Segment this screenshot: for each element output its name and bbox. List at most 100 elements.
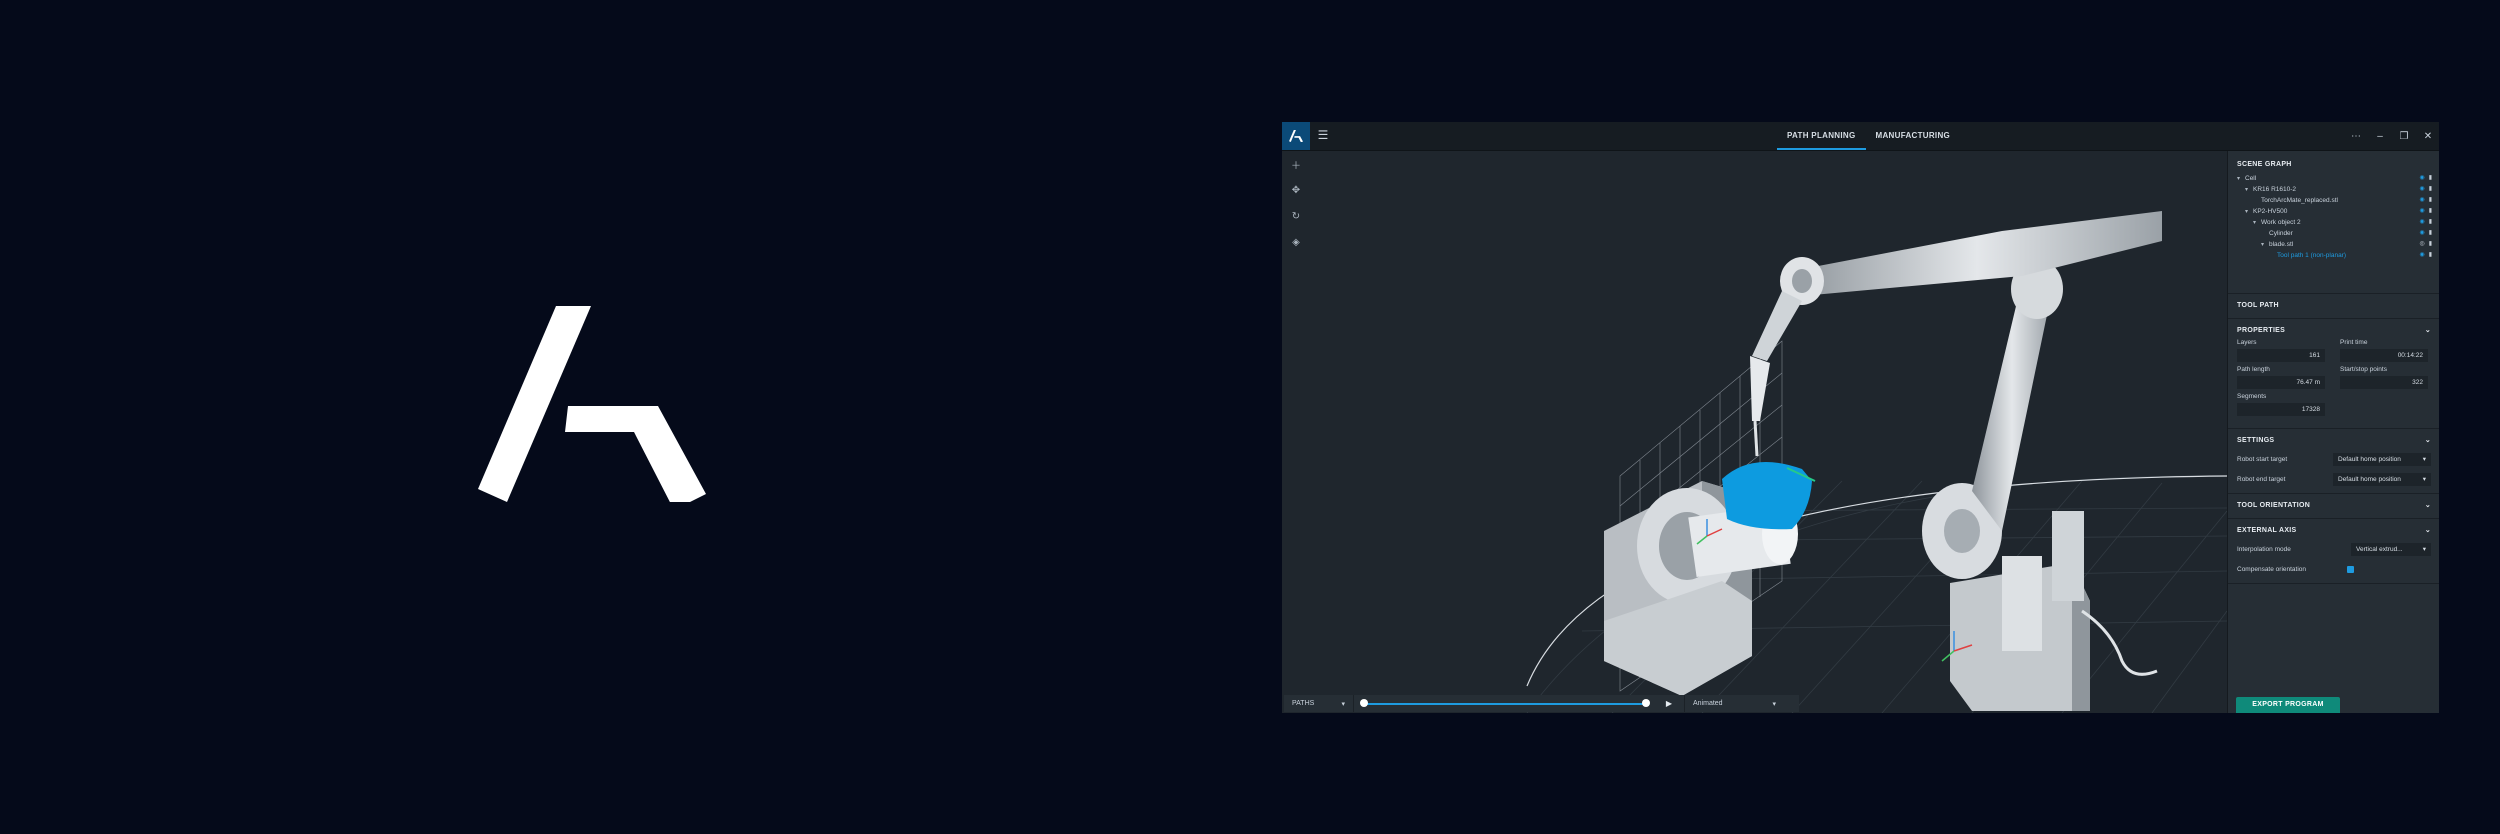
compensate-checkbox[interactable] xyxy=(2347,565,2354,573)
divider xyxy=(2228,293,2439,294)
settings-title: SETTINGS xyxy=(2237,437,2275,444)
robot-start-value: Default home position xyxy=(2338,455,2401,463)
delete-icon[interactable]: ▮ xyxy=(2429,217,2432,228)
brand-logo-icon xyxy=(478,306,706,502)
tool-orientation-title: TOOL ORIENTATION xyxy=(2237,502,2311,509)
properties-header[interactable]: PROPERTIES ⌄ xyxy=(2228,323,2439,339)
compensate-label: Compensate orientation xyxy=(2237,565,2307,573)
window-controls: ⋯ – ❐ ✕ xyxy=(2351,122,2433,150)
properties-title: PROPERTIES xyxy=(2237,327,2286,334)
slider-track xyxy=(1364,703,1646,705)
robot-end-row: Robot end target Default home position ▾ xyxy=(2228,469,2439,489)
delete-icon[interactable]: ▮ xyxy=(2429,195,2432,206)
interpolation-value: Vertical extrud... xyxy=(2356,545,2403,553)
delete-icon[interactable]: ▮ xyxy=(2429,239,2432,250)
settings-header[interactable]: SETTINGS ⌄ xyxy=(2228,433,2439,449)
close-icon[interactable]: ✕ xyxy=(2423,131,2433,142)
tab-path-planning[interactable]: PATH PLANNING xyxy=(1777,122,1866,150)
interpolation-select[interactable]: Vertical extrud... ▾ xyxy=(2351,542,2431,556)
blade-tool-path xyxy=(1722,461,1812,530)
tool-path-title: TOOL PATH xyxy=(2237,302,2279,309)
visibility-icon[interactable]: ◉ xyxy=(2419,206,2424,217)
tree-item-blade[interactable]: ▾ blade.stl ◎ ▮ xyxy=(2237,239,2439,250)
path-length-label: Path length xyxy=(2237,366,2270,373)
3d-viewport[interactable] xyxy=(1282,151,2227,713)
chevron-down-icon[interactable]: ⌄ xyxy=(2425,498,2431,514)
play-icon[interactable]: ▶ xyxy=(1654,699,1684,708)
mode-tabs: PATH PLANNING MANUFACTURING xyxy=(1777,122,1960,150)
path-range-slider[interactable] xyxy=(1354,695,1654,712)
delete-icon[interactable]: ▮ xyxy=(2429,228,2432,239)
slider-start-handle[interactable] xyxy=(1360,699,1368,707)
divider xyxy=(2228,493,2439,494)
minimize-icon[interactable]: – xyxy=(2375,131,2385,142)
start-stop-label: Start/stop points xyxy=(2340,366,2387,373)
visibility-icon[interactable]: ◉ xyxy=(2419,250,2424,261)
tree-item-robot[interactable]: ▾ KR16 R1610-2 ◉ ▮ xyxy=(2237,184,2439,195)
divider xyxy=(2228,583,2439,584)
tree-item-cylinder[interactable]: Cylinder ◉ ▮ xyxy=(2237,228,2439,239)
delete-icon[interactable]: ▮ xyxy=(2429,184,2432,195)
playback-mode-dropdown[interactable]: Animated ▾ xyxy=(1684,695,1784,712)
segments-label: Segments xyxy=(2237,393,2267,400)
robot-start-select[interactable]: Default home position ▾ xyxy=(2333,452,2431,466)
robot-end-select[interactable]: Default home position ▾ xyxy=(2333,472,2431,486)
divider xyxy=(2228,318,2439,319)
tree-item-cell[interactable]: ▾ Cell ◉ ▮ xyxy=(2237,173,2439,184)
chevron-down-icon: ▾ xyxy=(2422,475,2426,483)
right-panel: SCENE GRAPH ▾ Cell ◉ ▮ ▾ KR16 R1610-2 ◉ ▮ To… xyxy=(2227,151,2439,713)
paths-dropdown[interactable]: PATHS ▾ xyxy=(1284,695,1354,712)
path-length-value: 76.47 m xyxy=(2237,376,2325,389)
restore-icon[interactable]: ❐ xyxy=(2399,131,2409,142)
scene-graph-title: SCENE GRAPH xyxy=(2237,161,2292,168)
layers-icon[interactable]: ◈ xyxy=(1282,229,1310,255)
robot-start-row: Robot start target Default home position… xyxy=(2228,449,2439,469)
layers-label: Layers xyxy=(2237,339,2257,346)
layers-value: 161 xyxy=(2237,349,2325,362)
chevron-down-icon: ▾ xyxy=(2422,455,2426,463)
paths-label: PATHS xyxy=(1292,700,1315,707)
visibility-off-icon[interactable]: ◎ xyxy=(2419,239,2424,250)
visibility-icon[interactable]: ◉ xyxy=(2419,184,2424,195)
start-stop-value: 322 xyxy=(2340,376,2428,389)
prop-print-time: Print time 00:14:22 xyxy=(2340,339,2431,362)
external-axis-header[interactable]: EXTERNAL AXIS ⌄ xyxy=(2228,523,2439,539)
delete-icon[interactable]: ▮ xyxy=(2429,250,2432,261)
visibility-icon[interactable]: ◉ xyxy=(2419,228,2424,239)
interpolation-label: Interpolation mode xyxy=(2237,545,2291,553)
app-window: ☰ PATH PLANNING MANUFACTURING ⋯ – ❐ ✕ ＋ … xyxy=(1282,122,2439,713)
playback-mode-label: Animated xyxy=(1693,700,1723,707)
prop-segments: Segments 17328 xyxy=(2237,393,2328,416)
print-time-value: 00:14:22 xyxy=(2340,349,2428,362)
more-icon[interactable]: ⋯ xyxy=(2351,131,2361,142)
tree-item-torch[interactable]: TorchArcMate_replaced.stl ◉ ▮ xyxy=(2237,195,2439,206)
chevron-down-icon[interactable]: ⌄ xyxy=(2425,323,2431,339)
app-logo-icon[interactable] xyxy=(1282,122,1310,150)
divider xyxy=(2228,518,2439,519)
segments-value: 17328 xyxy=(2237,403,2325,416)
export-program-button[interactable]: EXPORT PROGRAM xyxy=(2236,697,2340,713)
prop-start-stop: Start/stop points 322 xyxy=(2340,366,2431,389)
slider-end-handle[interactable] xyxy=(1642,699,1650,707)
properties-grid: Layers 161 Print time 00:14:22 Path leng… xyxy=(2228,339,2439,416)
add-icon[interactable]: ＋ xyxy=(1282,151,1310,177)
tree-item-tool-path[interactable]: Tool path 1 (non-planar) ◉ ▮ xyxy=(2237,250,2439,261)
tab-manufacturing[interactable]: MANUFACTURING xyxy=(1866,122,1961,150)
hamburger-icon[interactable]: ☰ xyxy=(1316,128,1330,142)
chevron-down-icon[interactable]: ⌄ xyxy=(2425,523,2431,539)
tree-item-positioner[interactable]: ▾ KP2-HV500 ◉ ▮ xyxy=(2237,206,2439,217)
delete-icon[interactable]: ▮ xyxy=(2429,206,2432,217)
visibility-icon[interactable]: ◉ xyxy=(2419,173,2424,184)
visibility-icon[interactable]: ◉ xyxy=(2419,217,2424,228)
visibility-icon[interactable]: ◉ xyxy=(2419,195,2424,206)
move-icon[interactable]: ✥ xyxy=(1282,177,1310,203)
rotate-icon[interactable]: ↻ xyxy=(1282,203,1310,229)
robot-start-label: Robot start target xyxy=(2237,455,2288,463)
delete-icon[interactable]: ▮ xyxy=(2429,173,2432,184)
tree-item-work-object[interactable]: ▾ Work object 2 ◉ ▮ xyxy=(2237,217,2439,228)
title-bar: ☰ PATH PLANNING MANUFACTURING ⋯ – ❐ ✕ xyxy=(1282,122,2439,151)
print-time-label: Print time xyxy=(2340,339,2368,346)
chevron-down-icon[interactable]: ⌄ xyxy=(2425,433,2431,449)
tool-orientation-header[interactable]: TOOL ORIENTATION ⌄ xyxy=(2228,498,2439,514)
robot-end-value: Default home position xyxy=(2338,475,2401,483)
